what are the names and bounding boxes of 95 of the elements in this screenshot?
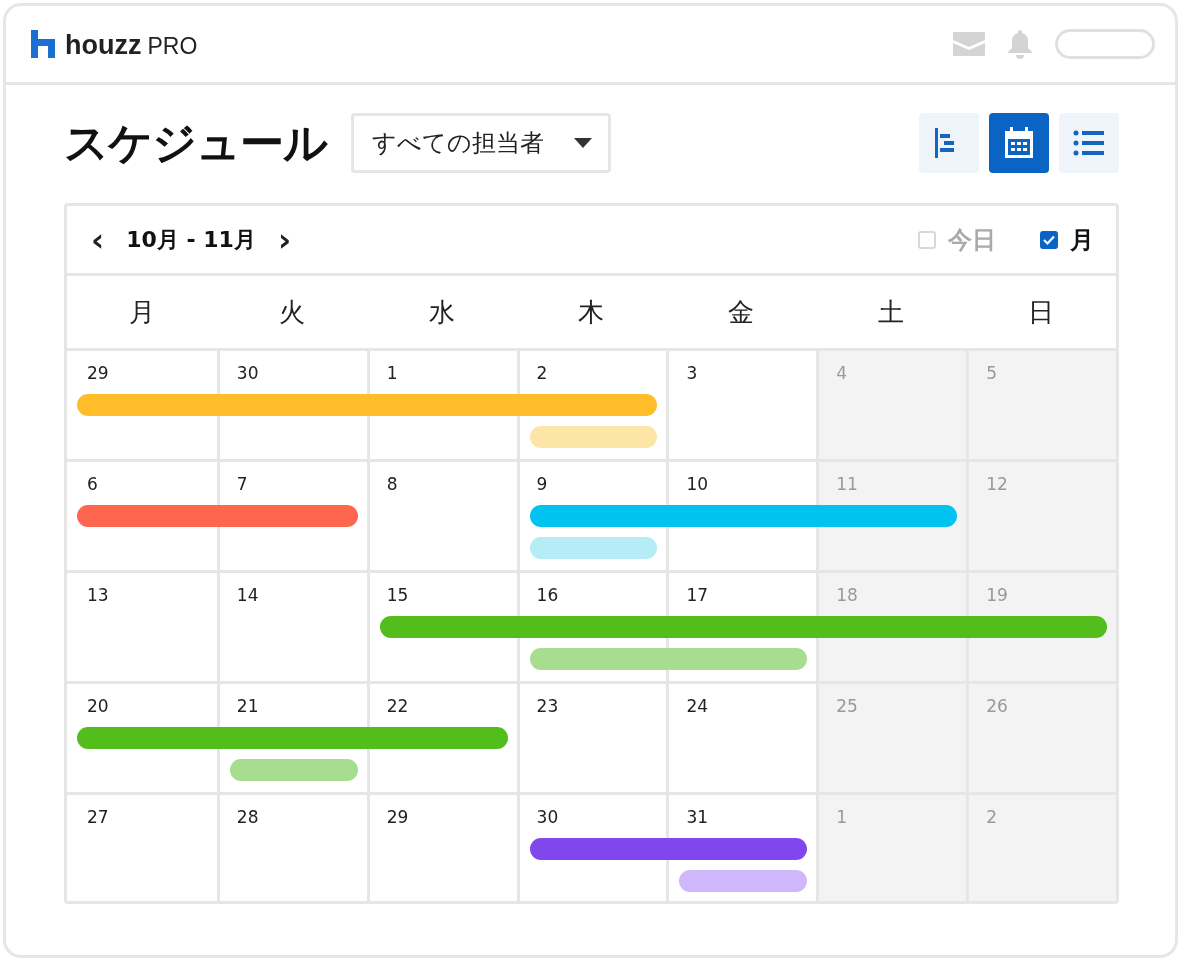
day-number: 13 (86, 585, 109, 605)
calendar-icon (1004, 127, 1034, 159)
assignee-dropdown[interactable]: すべての担当者 (351, 113, 611, 173)
day-cell[interactable]: 10 (666, 462, 817, 570)
logo-text: houzz (65, 32, 142, 58)
weekday-header: 月 (127, 295, 156, 329)
header-field[interactable] (1055, 29, 1155, 59)
day-cell[interactable]: 13 (67, 573, 217, 681)
day-number: 9 (535, 474, 548, 494)
day-number: 11 (835, 474, 858, 494)
list-icon (1073, 129, 1105, 157)
day-number: 2 (535, 363, 548, 383)
day-number: 2 (985, 807, 997, 827)
weekday-header: 金 (727, 295, 756, 329)
day-cell[interactable]: 8 (366, 462, 517, 570)
event-bar[interactable] (379, 616, 517, 638)
day-number: 31 (685, 807, 709, 827)
weekday-header: 土 (877, 295, 906, 329)
day-number: 21 (235, 696, 259, 716)
day-cell[interactable]: 21 (216, 684, 367, 792)
day-number: 7 (235, 474, 248, 494)
day-cell[interactable]: 22 (366, 684, 517, 792)
sub-event-bar[interactable] (529, 537, 658, 559)
day-number: 25 (835, 696, 858, 716)
day-cell[interactable]: 28 (216, 795, 367, 901)
weekday-header: 日 (1027, 295, 1056, 329)
day-number: 16 (535, 585, 559, 605)
bell-icon[interactable] (1005, 29, 1035, 59)
calendar-view-button[interactable] (989, 113, 1049, 173)
day-cell[interactable]: 7 (216, 462, 367, 570)
day-number: 29 (385, 807, 409, 827)
house-logo-icon (31, 30, 55, 58)
day-cell[interactable]: 2 (516, 351, 667, 459)
day-number: 1 (835, 807, 848, 827)
mail-icon[interactable] (953, 32, 985, 56)
day-number: 18 (835, 585, 858, 605)
day-cell[interactable]: 20 (67, 684, 217, 792)
sub-event-bar[interactable] (666, 648, 808, 670)
sub-event-bar[interactable] (529, 426, 658, 448)
day-number: 5 (985, 363, 997, 383)
checkbox-label: 今日 (948, 224, 996, 256)
day-number: 30 (535, 807, 559, 827)
day-number: 20 (86, 696, 109, 716)
sub-event-bar[interactable] (529, 648, 667, 670)
page-title: スケジュール (64, 115, 327, 170)
event-bar[interactable] (529, 838, 667, 860)
day-number: 22 (385, 696, 409, 716)
event-bar[interactable] (666, 838, 808, 860)
caret-icon (574, 138, 592, 148)
day-cell[interactable]: 29 (366, 795, 517, 901)
day-cell[interactable]: 1 (366, 351, 517, 459)
day-cell[interactable]: 14 (216, 573, 367, 681)
day-number: 15 (385, 585, 409, 605)
previous-button[interactable]: ‹ (87, 223, 109, 256)
day-number: 12 (985, 474, 1008, 494)
sub-event-bar[interactable] (679, 870, 808, 892)
day-number: 17 (685, 585, 709, 605)
weekday-header: 水 (427, 295, 456, 329)
day-cell[interactable]: 29 (67, 351, 217, 459)
day-cell[interactable]: 30 (516, 795, 667, 901)
checkbox-label: 月 (1070, 224, 1094, 256)
day-number: 19 (985, 585, 1008, 605)
day-number: 3 (685, 363, 698, 383)
day-number: 10 (685, 474, 709, 494)
day-number: 14 (235, 585, 259, 605)
day-cell[interactable]: 6 (67, 462, 217, 570)
day-number: 23 (535, 696, 559, 716)
day-number: 30 (235, 363, 259, 383)
day-cell[interactable]: 16 (516, 573, 667, 681)
day-cell[interactable]: 23 (516, 684, 667, 792)
day-cell[interactable]: 31 (666, 795, 817, 901)
day-number: 24 (685, 696, 709, 716)
day-number: 29 (86, 363, 109, 383)
day-cell[interactable]: 15 (366, 573, 517, 681)
logo-suffix: PRO (147, 35, 198, 58)
list-view-button[interactable] (1059, 113, 1119, 173)
day-number: 28 (235, 807, 259, 827)
weekday-header: 木 (577, 295, 606, 329)
weekday-header: 火 (277, 295, 306, 329)
day-cell[interactable]: 27 (67, 795, 217, 901)
gantt-view-button[interactable] (919, 113, 979, 173)
day-number: 26 (985, 696, 1008, 716)
sub-event-bar[interactable] (229, 759, 358, 781)
checkbox[interactable] (1040, 230, 1058, 249)
day-number: 6 (86, 474, 98, 494)
day-number: 1 (385, 363, 398, 383)
day-cell[interactable]: 30 (216, 351, 367, 459)
day-number: 27 (86, 807, 109, 827)
next-button[interactable]: › (273, 223, 296, 256)
date-range: 10月 - 11月 (126, 225, 256, 254)
day-number: 8 (385, 474, 398, 494)
day-cell[interactable]: 17 (666, 573, 817, 681)
event-bar[interactable] (529, 505, 667, 527)
day-cell[interactable]: 9 (516, 462, 667, 570)
day-number: 4 (835, 363, 848, 383)
